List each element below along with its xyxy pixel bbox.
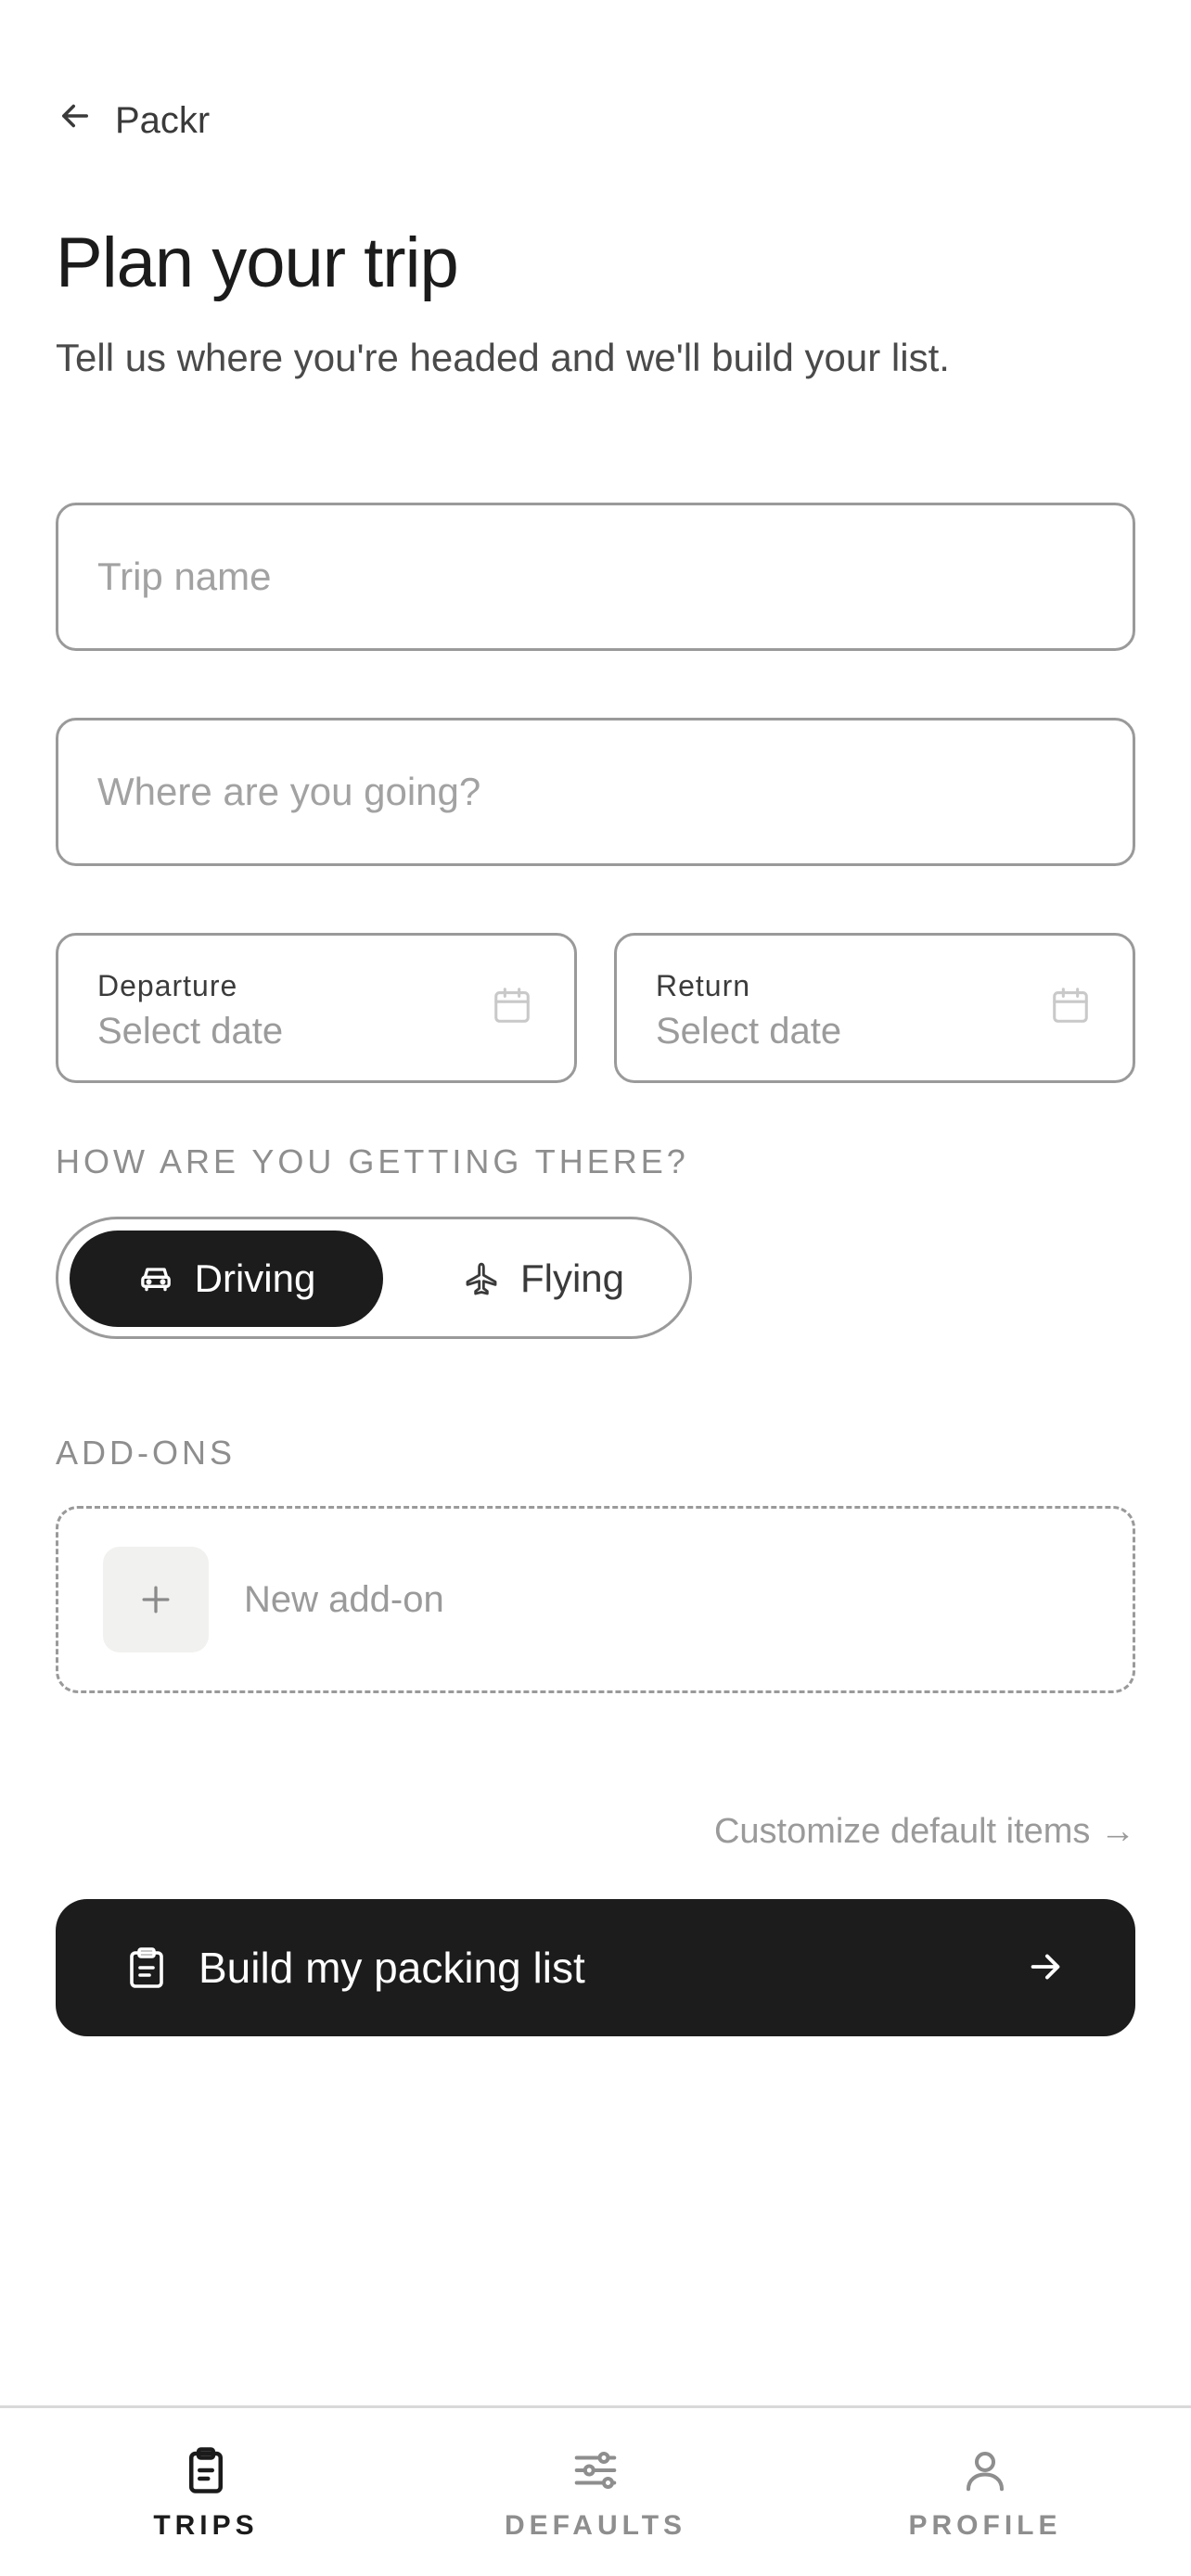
clipboard-icon — [189, 2447, 223, 2493]
tab-defaults[interactable]: DEFAULTS — [484, 2445, 707, 2542]
plan-trip-screen: Packr Plan your trip Tell us where you'r… — [0, 0, 1191, 2576]
back-label: Packr — [115, 99, 211, 141]
tab-defaults-label: DEFAULTS — [504, 2510, 687, 2541]
driving-label: Driving — [194, 1256, 316, 1300]
addons-section-heading: ADD-ONS — [56, 1434, 237, 1472]
flying-label: Flying — [519, 1256, 625, 1300]
transport-section-heading: HOW ARE YOU GETTING THERE? — [56, 1142, 689, 1180]
calendar-icon — [494, 988, 530, 1023]
transport-toggle: Driving Flying — [56, 1217, 692, 1339]
build-packing-list-label: Build my packing list — [198, 1944, 585, 1992]
plus-tile — [103, 1547, 209, 1652]
trip-name-field[interactable] — [56, 503, 1135, 651]
clipboard-icon — [126, 1945, 167, 1990]
new-addon-button[interactable]: New add-on — [56, 1506, 1135, 1693]
page-title: Plan your trip — [56, 223, 459, 302]
destination-input[interactable] — [97, 770, 1133, 814]
return-date-picker[interactable]: Return Select date — [614, 933, 1135, 1083]
car-icon — [140, 1268, 171, 1292]
calendar-icon — [1053, 988, 1088, 1023]
driving-option[interactable]: Driving — [70, 1231, 383, 1327]
tab-profile-label: PROFILE — [908, 2510, 1062, 2541]
plane-icon — [466, 1262, 497, 1295]
bottom-tab-bar: TRIPS DEFAULTS PROFILE — [0, 2405, 1191, 2576]
build-packing-list-button[interactable]: Build my packing list — [56, 1899, 1135, 2036]
trip-name-input[interactable] — [97, 555, 1133, 599]
flying-option[interactable]: Flying — [409, 1231, 678, 1327]
arrow-right-icon — [1024, 1945, 1067, 1988]
new-addon-label: New add-on — [244, 1578, 444, 1620]
tab-profile[interactable]: PROFILE — [874, 2445, 1096, 2542]
plus-icon — [142, 1586, 170, 1613]
sliders-icon — [574, 2451, 617, 2490]
tab-trips[interactable]: TRIPS — [95, 2445, 317, 2542]
back-button[interactable]: Packr — [56, 96, 210, 145]
arrow-left-icon — [56, 96, 95, 145]
tab-trips-label: TRIPS — [153, 2510, 259, 2541]
destination-field[interactable] — [56, 718, 1135, 866]
departure-date-picker[interactable]: Departure Select date — [56, 933, 577, 1083]
customize-defaults-link[interactable]: Customize default items → — [714, 1812, 1135, 1852]
person-icon — [966, 2451, 1005, 2492]
page-subtitle: Tell us where you're headed and we'll bu… — [56, 336, 950, 379]
